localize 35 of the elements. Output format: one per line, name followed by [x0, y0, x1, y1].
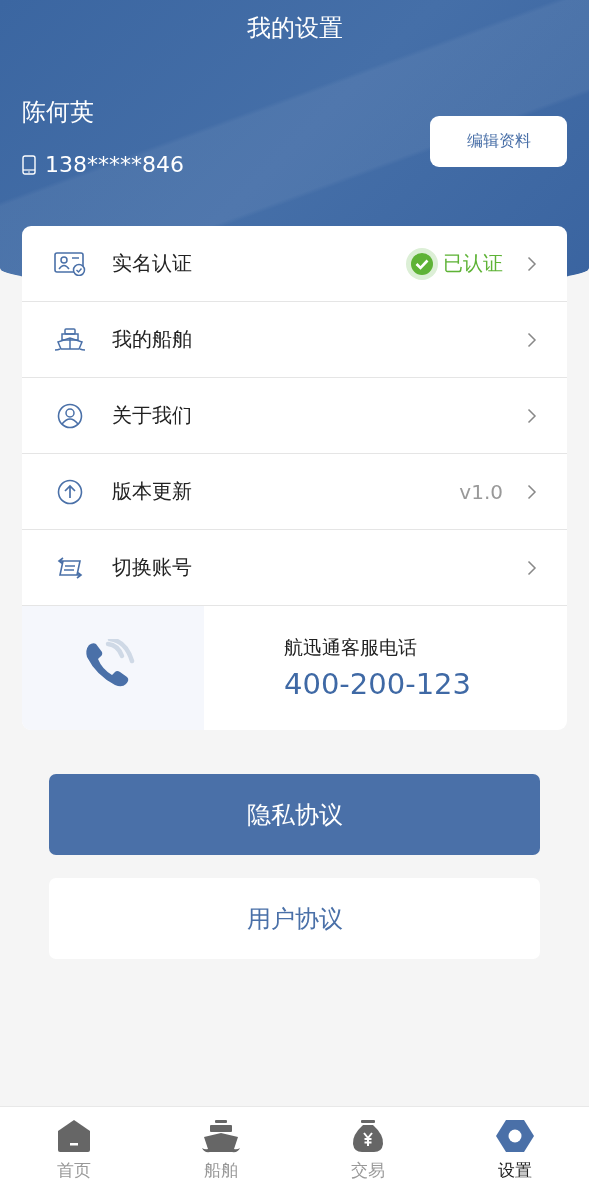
- menu-label: 关于我们: [112, 402, 192, 429]
- menu-label: 版本更新: [112, 478, 192, 505]
- chevron-right-icon: [527, 483, 537, 500]
- menu-item[interactable]: 我的船舶: [22, 302, 567, 378]
- tab[interactable]: 设置: [441, 1107, 589, 1199]
- menu-item[interactable]: 实名认证 已认证: [22, 226, 567, 302]
- menu-label: 实名认证: [112, 250, 192, 277]
- hotline-number[interactable]: 400-200-123: [284, 667, 471, 701]
- ship-icon: [200, 1119, 241, 1153]
- mobile-phone-icon: [22, 154, 36, 175]
- home-icon: [55, 1119, 92, 1153]
- verification-status: 已认证: [443, 250, 503, 277]
- chevron-right-icon: [527, 559, 537, 576]
- hotline-label: 航迅通客服电话: [284, 635, 418, 660]
- tab[interactable]: 首页: [0, 1107, 148, 1199]
- tab[interactable]: 交易: [294, 1107, 442, 1199]
- money-bag-icon: [352, 1119, 385, 1153]
- page-title: 我的设置: [245, 13, 344, 44]
- chevron-right-icon: [527, 331, 537, 348]
- chevron-right-icon: [527, 255, 537, 272]
- version-value: v1.0: [459, 479, 503, 504]
- id-card-icon: [54, 251, 86, 276]
- menu-item[interactable]: 关于我们: [22, 378, 567, 454]
- agreement-button[interactable]: 隐私协议: [49, 774, 540, 855]
- ship-icon: [54, 327, 86, 352]
- tab[interactable]: 船舶: [147, 1107, 295, 1199]
- menu-item[interactable]: 版本更新 v1.0: [22, 454, 567, 530]
- edit-profile-button[interactable]: 编辑资料: [430, 116, 567, 167]
- settings-icon: [495, 1119, 536, 1153]
- phone-number: 138*****846: [45, 152, 184, 177]
- user-name: 陈何英: [22, 97, 95, 128]
- menu-label: 切换账号: [112, 554, 192, 581]
- agreement-button[interactable]: 用户协议: [49, 878, 540, 959]
- chevron-right-icon: [527, 407, 537, 424]
- menu-label: 我的船舶: [112, 326, 192, 353]
